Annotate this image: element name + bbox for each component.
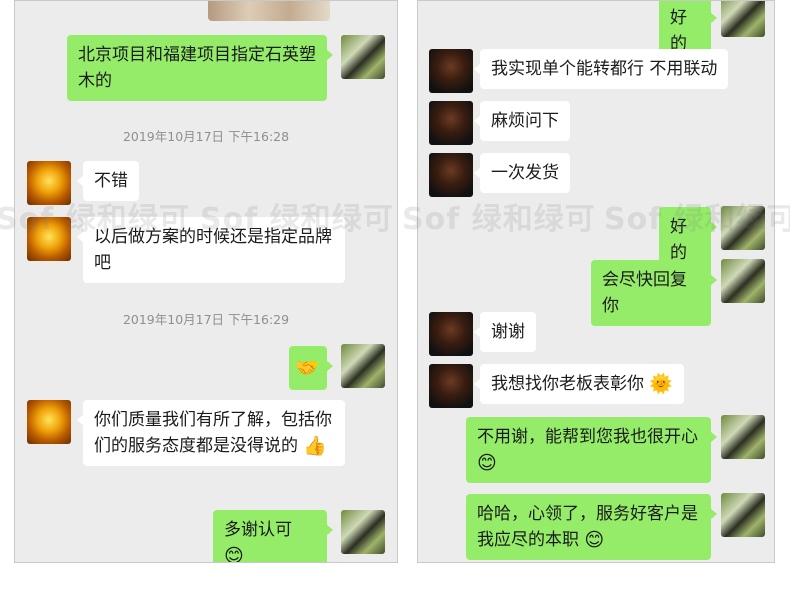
handshake-icon: 🤝 <box>295 357 319 379</box>
avatar[interactable] <box>721 206 765 250</box>
message-text: 北京项目和福建项目指定石英塑木的 <box>78 45 316 91</box>
sun-icon: 🌞 <box>649 373 674 395</box>
message-text: 我实现单个能转都行 不用联动 <box>491 59 718 79</box>
avatar[interactable] <box>341 510 385 554</box>
avatar[interactable] <box>429 101 473 145</box>
timestamp: 2019年10月17日 下午16:28 <box>122 129 290 144</box>
message-text: 不错 <box>94 171 128 191</box>
avatar[interactable] <box>721 1 765 37</box>
message-text: 不用谢，能帮到您我也很开心 <box>477 427 698 447</box>
avatar[interactable] <box>341 344 385 388</box>
message-text: 麻烦问下 <box>491 111 559 131</box>
message-bubble[interactable]: 多谢认可 😊 <box>213 510 333 563</box>
message-bubble[interactable]: 你们质量我们有所了解，包括你们的服务态度都是没得说的 👍 <box>77 400 345 466</box>
message-bubble[interactable]: 不错 <box>77 161 139 201</box>
message-bubble[interactable]: 谢谢 <box>474 312 536 352</box>
message-bubble[interactable]: 不用谢，能帮到您我也很开心 😊 <box>466 417 717 483</box>
smile-icon: 😊 <box>584 529 605 551</box>
message-text: 多谢认可 <box>224 520 292 540</box>
message-bubble[interactable]: 🤝 <box>289 346 333 390</box>
left-chat-panel: 北京项目和福建项目指定石英塑木的 2019年10月17日 下午16:28 不错 … <box>14 0 398 563</box>
thumbs-up-icon: 👍 <box>303 435 328 457</box>
avatar[interactable] <box>721 259 765 303</box>
message-bubble[interactable]: 我实现单个能转都行 不用联动 <box>473 49 729 89</box>
message-text: 一次发货 <box>491 163 559 183</box>
avatar[interactable] <box>429 364 473 408</box>
avatar[interactable] <box>721 493 765 537</box>
message-bubble[interactable]: 会尽快回复你 <box>591 260 717 326</box>
message-text: 会尽快回复你 <box>602 270 687 316</box>
avatar[interactable] <box>341 35 385 79</box>
message-bubble[interactable]: 北京项目和福建项目指定石英塑木的 <box>67 35 333 101</box>
right-chat-panel: 好的 我实现单个能转都行 不用联动 麻烦问下 一次发货 好的 会尽快回复你 谢谢… <box>417 0 775 563</box>
message-text: 我想找你老板表彰你 <box>491 374 644 394</box>
message-bubble[interactable]: 以后做方案的时候还是指定品牌吧 <box>77 217 345 283</box>
message-bubble[interactable]: 哈哈，心领了，服务好客户是我应尽的本职 😊 <box>466 494 717 560</box>
message-bubble[interactable]: 麻烦问下 <box>474 101 570 141</box>
avatar[interactable] <box>429 312 473 356</box>
message-bubble[interactable]: 一次发货 <box>474 153 570 193</box>
message-text: 好的 <box>670 8 687 54</box>
avatar[interactable] <box>721 415 765 459</box>
smile-icon: 😊 <box>477 452 497 474</box>
avatar[interactable] <box>27 161 71 205</box>
message-text: 谢谢 <box>491 322 525 342</box>
avatar[interactable] <box>429 153 473 197</box>
image-message-thumbnail[interactable] <box>208 1 330 21</box>
smile-icon: 😊 <box>224 545 244 563</box>
message-text: 你们质量我们有所了解，包括你们的服务态度都是没得说的 <box>94 410 332 456</box>
message-text: 以后做方案的时候还是指定品牌吧 <box>94 227 332 273</box>
avatar[interactable] <box>27 217 71 261</box>
avatar[interactable] <box>27 400 71 444</box>
message-bubble[interactable]: 我想找你老板表彰你 🌞 <box>473 364 685 404</box>
avatar[interactable] <box>429 49 473 93</box>
timestamp: 2019年10月17日 下午16:29 <box>122 312 290 327</box>
message-text: 好的 <box>670 217 687 263</box>
